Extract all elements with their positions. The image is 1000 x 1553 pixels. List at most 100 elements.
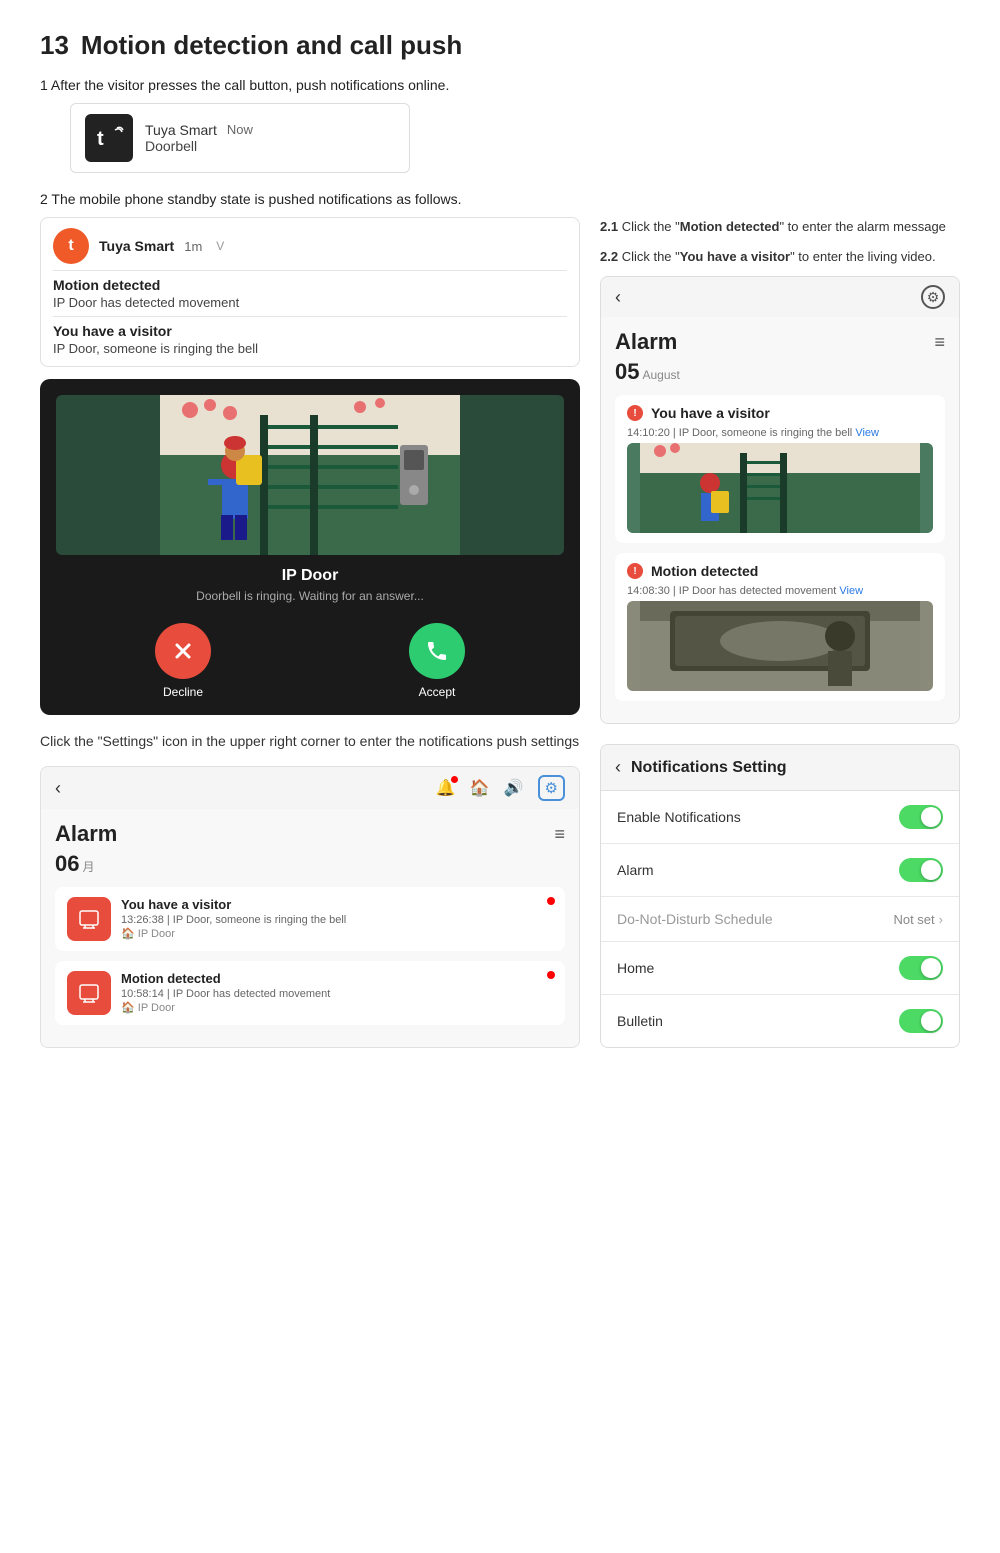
alarm-item2-dot bbox=[547, 971, 555, 979]
doorbell-title: IP Door bbox=[56, 567, 564, 585]
instruction-21: 2.1 Click the "Motion detected" to enter… bbox=[600, 217, 960, 237]
alarm-app-left: ‹ 🔔 🏠 🔊 ⚙ Alarm ≡ 06月 bbox=[40, 766, 580, 1048]
bell-badge bbox=[451, 776, 458, 783]
notif-divider2 bbox=[53, 316, 567, 317]
alarm-title-row: Alarm ≡ bbox=[55, 821, 565, 847]
notif-setting-header: ‹ Notifications Setting bbox=[601, 745, 959, 791]
step1-text: 1 After the visitor presses the call but… bbox=[40, 77, 960, 93]
instruction-22: 2.2 Click the "You have a visitor" to en… bbox=[600, 247, 960, 267]
push-label: Doorbell bbox=[145, 138, 253, 154]
right-back-arrow-icon[interactable]: ‹ bbox=[615, 287, 621, 308]
right-alarm-date: 05August bbox=[615, 359, 945, 385]
enable-notifications-row[interactable]: Enable Notifications bbox=[601, 791, 959, 844]
main-columns: t Tuya Smart 1m V Motion detected IP Doo… bbox=[40, 217, 960, 1048]
doorbell-waiting-text: Doorbell is ringing. Waiting for an answ… bbox=[56, 589, 564, 603]
alarm-item2-body: Motion detected 10:58:14 | IP Door has d… bbox=[121, 971, 553, 1014]
motion-subtitle: IP Door has detected movement bbox=[53, 295, 567, 310]
right-alarm-title: Alarm bbox=[615, 329, 677, 355]
alarm-item1-location: 🏠 IP Door bbox=[121, 927, 553, 940]
settings-gear-icon[interactable]: ⚙ bbox=[538, 775, 565, 801]
accept-label: Accept bbox=[419, 685, 456, 699]
alarm-item1-dot bbox=[547, 897, 555, 905]
alarm-item1-time: 13:26:38 | IP Door, someone is ringing t… bbox=[121, 914, 553, 926]
right-column: 2.1 Click the "Motion detected" to enter… bbox=[600, 217, 960, 1048]
alarm-motion-icon bbox=[67, 971, 111, 1015]
chevron-icon: V bbox=[216, 239, 224, 253]
decline-button[interactable] bbox=[155, 623, 211, 679]
mobile-notif-card: t Tuya Smart 1m V Motion detected IP Doo… bbox=[40, 217, 580, 367]
right-item2-thumbnail bbox=[627, 601, 933, 691]
doorbell-buttons: Decline Accept bbox=[56, 623, 564, 699]
dnd-row[interactable]: Do-Not-Disturb Schedule Not set › bbox=[601, 897, 959, 942]
alarm-visitor-icon bbox=[67, 897, 111, 941]
left-column: t Tuya Smart 1m V Motion detected IP Doo… bbox=[40, 217, 580, 1048]
alarm-app-right: ‹ ⚙ Alarm ≡ 05August ! You have a visito… bbox=[600, 276, 960, 724]
right-alarm-item-visitor[interactable]: ! You have a visitor 14:10:20 | IP Door,… bbox=[615, 395, 945, 543]
alarm-toggle[interactable] bbox=[899, 858, 943, 882]
right-item2-view-link[interactable]: View bbox=[839, 585, 863, 597]
alarm-item1-title: You have a visitor bbox=[121, 897, 553, 912]
dnd-chevron-icon: › bbox=[939, 912, 943, 927]
right-hamburger-icon[interactable]: ≡ bbox=[934, 332, 945, 353]
right-alarm-title-row: Alarm ≡ bbox=[615, 329, 945, 355]
bulletin-toggle[interactable] bbox=[899, 1009, 943, 1033]
notif-brand: Tuya Smart bbox=[99, 238, 174, 254]
bell-icon[interactable]: 🔔 bbox=[436, 778, 456, 798]
right-item1-thumbnail bbox=[627, 443, 933, 533]
enable-notifications-label: Enable Notifications bbox=[617, 809, 741, 825]
alarm-item-visitor[interactable]: You have a visitor 13:26:38 | IP Door, s… bbox=[55, 887, 565, 951]
accept-button-wrap[interactable]: Accept bbox=[409, 623, 465, 699]
right-item1-meta: 14:10:20 | IP Door, someone is ringing t… bbox=[627, 427, 933, 439]
alarm-item-motion[interactable]: Motion detected 10:58:14 | IP Door has d… bbox=[55, 961, 565, 1025]
home-row[interactable]: Home bbox=[601, 942, 959, 995]
push-brand: Tuya Smart bbox=[145, 122, 217, 138]
push-notification-top: t Tuya Smart Now Doorbell bbox=[70, 103, 410, 173]
right-item1-view-link[interactable]: View bbox=[855, 427, 879, 439]
alarm-label: Alarm bbox=[617, 862, 654, 878]
alarm-dot-motion: ! bbox=[627, 563, 643, 579]
decline-button-wrap[interactable]: Decline bbox=[155, 623, 211, 699]
alarm-item2-location: 🏠 IP Door bbox=[121, 1001, 553, 1014]
back-arrow-icon[interactable]: ‹ bbox=[55, 778, 61, 799]
speaker-icon[interactable]: 🔊 bbox=[504, 778, 524, 798]
home-icon[interactable]: 🏠 bbox=[470, 778, 490, 798]
motion-title: Motion detected bbox=[53, 277, 567, 293]
alarm-item2-title: Motion detected bbox=[121, 971, 553, 986]
right-item2-meta: 14:08:30 | IP Door has detected movement… bbox=[627, 585, 933, 597]
visitor-title: You have a visitor bbox=[53, 323, 567, 339]
alarm-content-left: Alarm ≡ 06月 You have a visitor 13:26:38 … bbox=[41, 809, 579, 1047]
enable-notifications-toggle[interactable] bbox=[899, 805, 943, 829]
alarm-title-left: Alarm bbox=[55, 821, 117, 847]
step2-text: 2 The mobile phone standby state is push… bbox=[40, 191, 960, 207]
gear-settings-icon[interactable]: ⚙ bbox=[921, 285, 945, 309]
doorbell-call-screen: IP Door Doorbell is ringing. Waiting for… bbox=[40, 379, 580, 715]
hamburger-icon[interactable]: ≡ bbox=[554, 824, 565, 845]
accept-button[interactable] bbox=[409, 623, 465, 679]
section-number: 13 bbox=[40, 30, 69, 61]
bulletin-row[interactable]: Bulletin bbox=[601, 995, 959, 1047]
alarm-date-left: 06月 bbox=[55, 851, 565, 877]
notif-back-arrow-icon[interactable]: ‹ bbox=[615, 757, 621, 778]
alarm-topbar-right: ‹ ⚙ bbox=[601, 277, 959, 317]
alarm-topbar-left: ‹ 🔔 🏠 🔊 ⚙ bbox=[41, 767, 579, 809]
right-alarm-content: Alarm ≡ 05August ! You have a visitor 14… bbox=[601, 317, 959, 723]
notif-setting-title: Notifications Setting bbox=[631, 759, 787, 777]
notifications-setting-panel: ‹ Notifications Setting Enable Notificat… bbox=[600, 744, 960, 1048]
visitor-subtitle: IP Door, someone is ringing the bell bbox=[53, 341, 567, 356]
dnd-label: Do-Not-Disturb Schedule bbox=[617, 911, 773, 927]
svg-text:t: t bbox=[97, 128, 104, 150]
dnd-value: Not set bbox=[893, 912, 934, 927]
right-alarm-item-motion[interactable]: ! Motion detected 14:08:30 | IP Door has… bbox=[615, 553, 945, 701]
tuya-logo-icon: t bbox=[85, 114, 133, 162]
right-item1-title: You have a visitor bbox=[651, 405, 770, 421]
alarm-row[interactable]: Alarm bbox=[601, 844, 959, 897]
home-toggle[interactable] bbox=[899, 956, 943, 980]
alarm-item2-time: 10:58:14 | IP Door has detected movement bbox=[121, 988, 553, 1000]
alarm-item1-body: You have a visitor 13:26:38 | IP Door, s… bbox=[121, 897, 553, 940]
notif-header: t Tuya Smart 1m V bbox=[53, 228, 567, 264]
home-label: Home bbox=[617, 960, 654, 976]
bulletin-label: Bulletin bbox=[617, 1013, 663, 1029]
right-alarm-item2-header: ! Motion detected bbox=[627, 563, 933, 579]
notif-time: 1m bbox=[184, 239, 202, 254]
alarm-dot-visitor: ! bbox=[627, 405, 643, 421]
